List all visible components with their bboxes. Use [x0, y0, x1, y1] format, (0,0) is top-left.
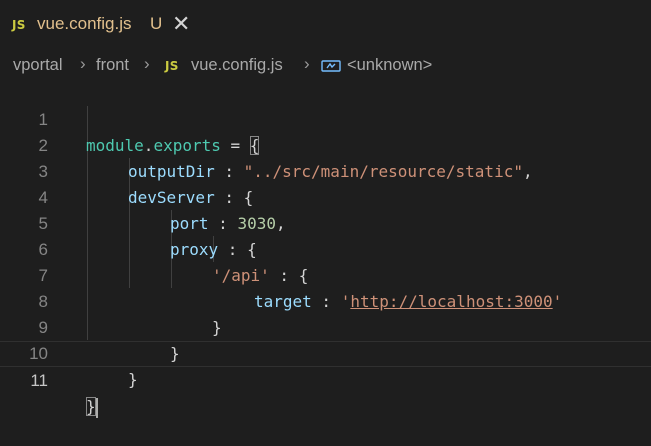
code-line: 8 } — [0, 263, 651, 337]
chevron-right-icon: › — [80, 54, 86, 73]
breadcrumb-item-front[interactable]: front — [96, 56, 129, 75]
tab-vue-config[interactable]: JS vue.config.js U ✕ — [0, 0, 196, 50]
tab-title: vue.config.js — [37, 14, 132, 33]
chevron-right-icon: › — [144, 54, 150, 73]
close-icon[interactable]: ✕ — [172, 12, 190, 36]
code-line: 3 devServer : { — [0, 133, 651, 207]
code-line: 4 port : 3030, — [0, 159, 651, 233]
javascript-file-icon: JS — [165, 59, 179, 73]
code-line: 5 proxy : { — [0, 185, 651, 259]
code-line: 9 } — [0, 289, 651, 363]
code-line: 10 } — [0, 315, 651, 389]
chevron-right-icon: › — [304, 54, 310, 73]
text-cursor — [95, 397, 98, 418]
line-number: 11 — [30, 371, 48, 390]
code-editor[interactable]: 1 module.exports = { 2 outputDir : "../s… — [0, 80, 651, 418]
breadcrumb: vportal › front › JS vue.config.js › <un… — [0, 52, 651, 80]
code-line: 7 target : 'http://localhost:3000' — [0, 237, 651, 311]
matching-brace: } — [86, 397, 96, 416]
token: } — [128, 370, 138, 389]
code-line-current: 11 } — [0, 341, 651, 418]
javascript-file-icon: JS — [12, 18, 26, 32]
code-line: 6 '/api' : { — [0, 211, 651, 285]
code-line: 1 module.exports = { — [0, 81, 651, 155]
code-line: 2 outputDir : "../src/main/resource/stat… — [0, 107, 651, 181]
symbol-variable-icon — [321, 60, 341, 72]
git-status-badge: U — [150, 14, 163, 33]
breadcrumb-item-symbol[interactable]: <unknown> — [347, 56, 432, 75]
tab-bar: JS vue.config.js U ✕ — [0, 0, 651, 50]
breadcrumb-item-file[interactable]: vue.config.js — [191, 56, 283, 75]
breadcrumb-item-vportal[interactable]: vportal — [13, 56, 63, 75]
